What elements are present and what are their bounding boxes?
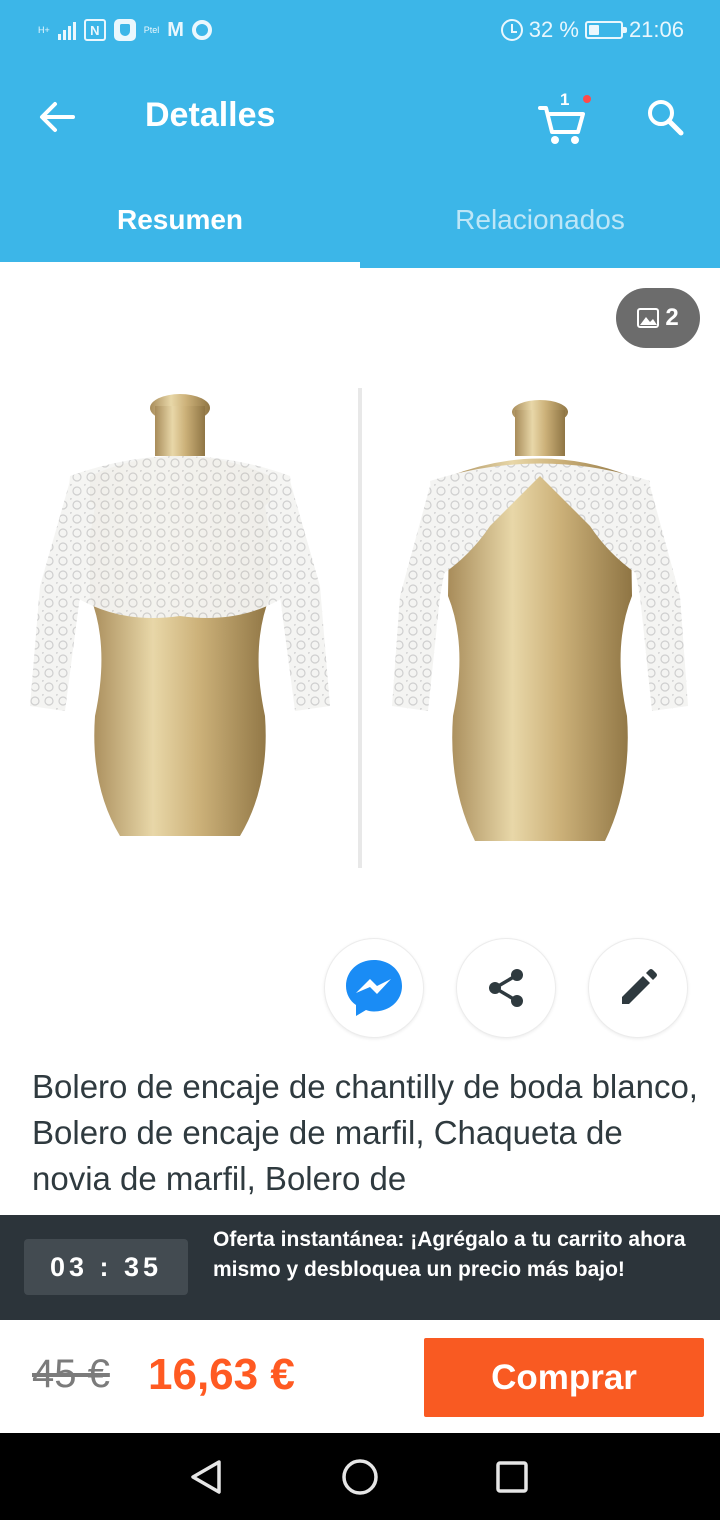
image-icon xyxy=(637,308,660,328)
arrow-left-icon xyxy=(40,102,75,132)
image-divider xyxy=(358,388,362,868)
page-title: Detalles xyxy=(145,96,276,134)
back-button[interactable] xyxy=(28,88,86,146)
nav-back-button[interactable] xyxy=(184,1455,228,1499)
product-title: Bolero de encaje de chantilly de boda bl… xyxy=(32,1068,698,1197)
product-gallery[interactable]: 2 xyxy=(0,268,720,918)
system-nav-bar xyxy=(0,1433,720,1520)
triangle-back-icon xyxy=(191,1460,221,1494)
tab-bar: Resumen Relacionados xyxy=(0,172,720,268)
network-type-label: H+ xyxy=(38,25,50,35)
status-right: 32 % 21:06 xyxy=(500,16,684,44)
status-left: H+ N Ptel M xyxy=(38,16,212,44)
cart-button[interactable]: 1 xyxy=(530,86,594,150)
buy-button[interactable]: Comprar xyxy=(424,1338,704,1417)
cart-notification-dot xyxy=(583,95,591,103)
flash-offer-text: Oferta instantánea: ¡Agrégalo a tu carri… xyxy=(213,1228,686,1281)
old-price: 45 € xyxy=(32,1352,110,1396)
cart-count-badge: 1 xyxy=(560,90,570,109)
search-button[interactable] xyxy=(636,88,694,146)
current-price: 16,63 € xyxy=(148,1350,295,1399)
messenger-share-button[interactable] xyxy=(324,938,424,1038)
countdown-timer: 03 : 35 xyxy=(24,1239,188,1295)
edit-icon xyxy=(622,969,657,1004)
signal-icon xyxy=(57,20,76,40)
app-bar: Detalles 1 xyxy=(0,62,720,172)
gmail-icon: M xyxy=(167,18,184,41)
status-tiny-label: Ptel xyxy=(143,25,160,35)
mannequin-back xyxy=(392,400,688,841)
nav-home-button[interactable] xyxy=(338,1455,382,1499)
chrome-icon xyxy=(191,20,212,40)
battery-percent: 32 % xyxy=(528,17,579,42)
share-button[interactable] xyxy=(456,938,556,1038)
messenger-icon xyxy=(346,960,402,1016)
tab-resumen[interactable]: Resumen xyxy=(0,172,360,268)
tab-relacionados[interactable]: Relacionados xyxy=(360,172,720,268)
edit-button[interactable] xyxy=(588,938,688,1038)
status-bar: H+ N Ptel M 32 % 21:06 xyxy=(0,0,720,62)
purchase-bar: 45 € 16,63 € Comprar xyxy=(0,1320,720,1433)
nfc-icon: N xyxy=(83,19,106,41)
nav-recents-button[interactable] xyxy=(490,1455,534,1499)
flash-offer-banner[interactable]: 03 : 35 Oferta instantánea: ¡Agrégalo a … xyxy=(0,1215,720,1320)
square-recents-icon xyxy=(496,1461,528,1493)
search-icon xyxy=(648,100,684,136)
share-icon xyxy=(489,969,523,1007)
battery-icon xyxy=(584,21,627,39)
alarm-icon xyxy=(500,19,523,41)
image-count-badge[interactable]: 2 xyxy=(616,288,700,348)
mannequin-front xyxy=(30,394,330,836)
circle-home-icon xyxy=(342,1459,378,1495)
shield-icon xyxy=(113,19,136,41)
image-count: 2 xyxy=(665,304,679,331)
clock: 21:06 xyxy=(628,17,684,42)
